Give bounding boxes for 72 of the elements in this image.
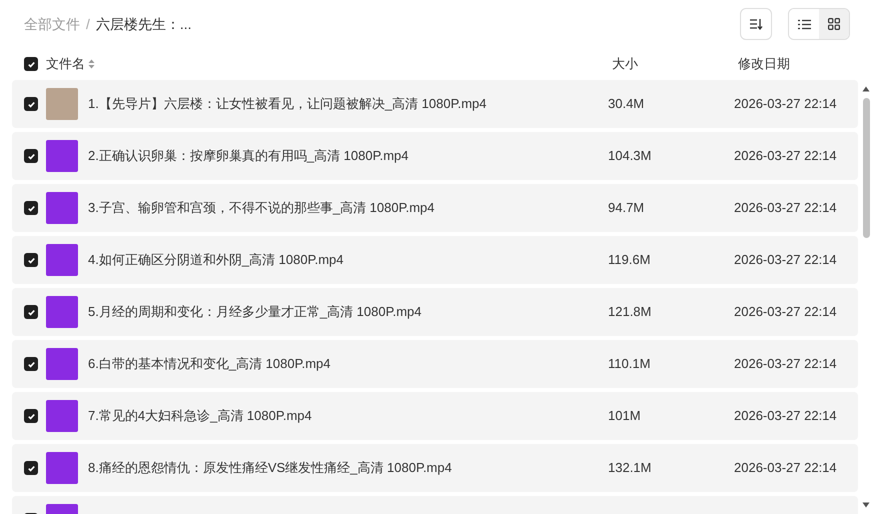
photo-placeholder [46, 296, 78, 328]
file-row[interactable]: 5.月经的周期和变化：月经多少量才正常_高清 1080P.mp4 121.8M 2026-03-27 22:14 [12, 288, 858, 336]
file-name: 1.【先导片】六层楼：让女性被看见，让问题被解决_高清 1080P.mp4 [88, 95, 486, 114]
checkbox[interactable] [24, 201, 38, 215]
file-name: 7.常见的4大妇科急诊_高清 1080P.mp4 [88, 407, 312, 426]
sort-icon [749, 18, 763, 30]
column-header[interactable]: 文件名 [46, 54, 85, 74]
modified-date: 2026-03-27 22:14 [734, 407, 838, 426]
checkbox[interactable] [24, 149, 38, 163]
column-header: 修改日期 [738, 55, 791, 74]
file-row[interactable]: 2.正确认识卵巢：按摩卵巢真的有用吗_高清 1080P.mp4 104.3M 2026-03-27 22:14 [12, 132, 858, 180]
check-icon [26, 60, 36, 68]
file-size: 101M [608, 407, 642, 426]
modified-date: 2026-03-27 22:14 [734, 251, 838, 270]
photo-placeholder [46, 400, 78, 432]
sort-button[interactable] [740, 8, 772, 40]
modified-date: 2026-03-27 22:14 [734, 303, 838, 322]
file-name: 2.正确认识卵巢：按摩卵巢真的有用吗_高清 1080P.mp4 [88, 147, 408, 166]
checkbox[interactable] [24, 57, 38, 71]
file-row[interactable]: 3.子宫、输卵管和宫颈，不得不说的那些事_高清 1080P.mp4 94.7M 2026-03-27 22:14 [12, 184, 858, 232]
check-icon [26, 308, 36, 316]
check-icon [26, 152, 36, 160]
modified-date: 2026-03-27 22:14 [734, 459, 838, 478]
photo-placeholder [46, 140, 78, 172]
checkbox[interactable] [24, 305, 38, 319]
file-size: 94.7M [608, 199, 646, 218]
checkbox[interactable] [24, 253, 38, 267]
check-icon [26, 256, 36, 264]
file-row[interactable]: 1.【先导片】六层楼：让女性被看见，让问题被解决_高清 1080P.mp4 30.4M 2026-03-27 22:14 [12, 80, 858, 128]
file-name: 4.如何正确区分阴道和外阴_高清 1080P.mp4 [88, 251, 344, 270]
photo-placeholder [46, 452, 78, 484]
file-name: 6.白带的基本情况和变化_高清 1080P.mp4 [88, 355, 330, 374]
file-name: 3.子宫、输卵管和宫颈，不得不说的那些事_高清 1080P.mp4 [88, 199, 434, 218]
photo-placeholder [46, 348, 78, 380]
photo-placeholder [46, 244, 78, 276]
checkbox[interactable] [24, 357, 38, 371]
check-icon [26, 100, 36, 108]
photo-placeholder [46, 192, 78, 224]
file-size: 119.6M [608, 251, 652, 270]
check-icon [26, 464, 36, 472]
modified-date: 2026-03-27 22:14 [734, 95, 838, 114]
checkbox[interactable] [24, 409, 38, 423]
file-size: 110.1M [608, 355, 652, 374]
modified-date: 2026-03-27 22:14 [734, 355, 838, 374]
grid-icon [828, 18, 840, 30]
file-size: 30.4M [608, 95, 646, 114]
list-icon [798, 18, 810, 30]
file-row[interactable]: 6.白带的基本情况和变化_高清 1080P.mp4 110.1M 2026-03-27 22:14 [12, 340, 858, 388]
column-header: 大小 [612, 55, 639, 74]
modified-date: 2026-03-27 22:14 [734, 199, 838, 218]
scroll-up-icon[interactable] [862, 86, 870, 92]
check-icon [26, 204, 36, 212]
photo-placeholder [46, 88, 78, 120]
file-row[interactable]: 8.痛经的恩怨情仇：原发性痛经VS继发性痛经_高清 1080P.mp4 132.1M 2026-03-27 22:14 [12, 444, 858, 492]
checkbox[interactable] [24, 97, 38, 111]
check-icon [26, 360, 36, 368]
sort-arrows-icon[interactable] [88, 59, 95, 69]
modified-date: 2026-03-27 22:14 [734, 147, 838, 166]
file-row[interactable]: 7.常见的4大妇科急诊_高清 1080P.mp4 101M 2026-03-27 22:14 [12, 392, 858, 440]
checkbox[interactable] [24, 461, 38, 475]
scroll-down-icon[interactable] [862, 502, 870, 508]
grid-view-button[interactable] [819, 9, 849, 39]
check-icon [26, 412, 36, 420]
breadcrumb-item[interactable]: 六层楼先生：... [96, 14, 192, 34]
file-row[interactable]: 4.如何正确区分阴道和外阴_高清 1080P.mp4 119.6M 2026-03-27 22:14 [12, 236, 858, 284]
file-name: 8.痛经的恩怨情仇：原发性痛经VS继发性痛经_高清 1080P.mp4 [88, 459, 452, 478]
file-size: 132.1M [608, 459, 652, 478]
file-size: 121.8M [608, 303, 652, 322]
file-size: 104.3M [608, 147, 652, 166]
scrollbar-thumb[interactable] [862, 98, 870, 238]
file-name: 5.月经的周期和变化：月经多少量才正常_高清 1080P.mp4 [88, 303, 422, 322]
breadcrumb-separator: / [86, 14, 90, 34]
